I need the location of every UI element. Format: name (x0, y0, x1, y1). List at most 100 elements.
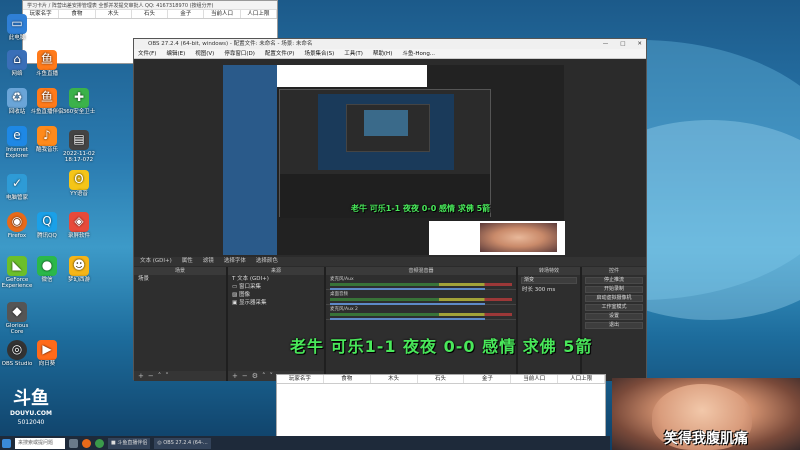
scene-item[interactable]: 场景 (134, 275, 226, 283)
add-icon[interactable]: + (232, 372, 242, 380)
obs-title-bar[interactable]: OBS 27.2.4 (64-bit, windows) - 配置文件: 未命名… (134, 39, 646, 49)
desktop-icon-yy[interactable]: ʘ YY语音 (62, 170, 96, 197)
stop-streaming-button[interactable]: 停止推流 (585, 277, 643, 284)
spreadsheet-header-row: 玩家名字 食物 木头 石头 金子 当前人口 人口上限 (277, 375, 606, 384)
mixer-channel: 桌面音频 (326, 290, 516, 305)
source-name: 文本 (GDI+) (140, 258, 172, 264)
preview-overlay-caption: 老牛 可乐1-1 夜夜 0-0 感情 求佛 5箭 (351, 204, 491, 213)
taskbar-search[interactable]: 来搜索或提问题 (15, 437, 65, 449)
column-header[interactable]: 石头 (418, 375, 465, 383)
column-header[interactable]: 金子 (464, 375, 512, 383)
desktop-icon-sunlogin[interactable]: ▶ 向日葵 (30, 340, 64, 367)
menu-edit[interactable]: 编辑(E) (166, 49, 185, 58)
menu-scene-collection[interactable]: 场景集合(S) (304, 49, 334, 58)
column-header[interactable]: 当前人口 (511, 375, 559, 383)
desktop-icon-screenshot-file[interactable]: ▤ 2022-11-02 18:17-072 (62, 130, 96, 163)
move-up-icon[interactable]: ˄ (262, 372, 270, 380)
audio-mixer-panel: 音频混音器 麦克风/Aux 桌面音频 麦克风/Aux 2 (326, 267, 516, 381)
menu-profile[interactable]: 配置文件(P) (265, 49, 295, 58)
column-header[interactable]: 食物 (324, 375, 371, 383)
desktop-icon-douyu[interactable]: 鱼斗鱼直播 (30, 50, 64, 77)
virtual-camera-button[interactable]: 启动虚拟摄像机 (585, 295, 643, 302)
monitor-icon: ▣ (232, 300, 239, 306)
desktop-icon-network[interactable]: ⌂ 网络 (0, 50, 34, 77)
column-header[interactable]: 当前人口 (204, 10, 241, 18)
desktop-icon-geforce[interactable]: ◣ GeForce Experience (0, 256, 34, 289)
desktop-icon-firefox[interactable]: ◉ Firefox (0, 212, 34, 239)
remove-icon[interactable]: − (242, 372, 252, 380)
task-view-icon[interactable] (69, 438, 78, 448)
desktop-icon-ie[interactable]: e Internet Explorer (0, 126, 34, 159)
recycle-bin-icon: ♻ (7, 88, 27, 108)
desktop-icon-recycle-bin[interactable]: ♻ 回收站 (0, 88, 34, 115)
maximize-icon[interactable]: □ (620, 39, 625, 49)
source-item[interactable]: ▭ 窗口采集 (228, 283, 324, 291)
column-header[interactable]: 木头 (371, 375, 418, 383)
menu-view[interactable]: 视图(V) (195, 49, 214, 58)
column-header[interactable]: 人口上限 (241, 10, 277, 18)
source-item[interactable]: T 文本 (GDI+) (228, 275, 324, 283)
properties-button[interactable]: 属性 (182, 257, 193, 266)
nvidia-icon: ◣ (7, 256, 27, 276)
douyu-icon: 鱼 (37, 50, 57, 70)
column-header[interactable]: 石头 (132, 10, 169, 18)
desktop-icon-glorious[interactable]: ◆ Glorious Core (0, 302, 34, 335)
preview-spreadsheet (277, 65, 427, 87)
desktop-icon-recorder[interactable]: ◈ 录屏软件 (62, 212, 96, 239)
settings-button[interactable]: 设置 (585, 313, 643, 320)
file-icon: ▤ (69, 130, 89, 150)
desktop-icon-douyu-companion[interactable]: 鱼斗鱼直播伴侣 (30, 88, 64, 115)
chrome-icon[interactable] (95, 438, 104, 448)
close-icon[interactable]: ✕ (637, 39, 642, 49)
desktop-icon-game[interactable]: ☻ 梦幻西游 (62, 256, 96, 283)
music-icon: ♪ (37, 126, 57, 146)
desktop-icon-this-pc[interactable]: ▭ 此电脑 (0, 14, 34, 41)
desktop-icon-qq[interactable]: Q 腾讯QQ (30, 212, 64, 239)
desktop-icon-wechat[interactable]: ● 微信 (30, 256, 64, 283)
taskbar-obs[interactable]: ◎ OBS 27.2.4 (64-... (154, 437, 211, 449)
column-header[interactable]: 食物 (59, 10, 96, 18)
windows-start-icon[interactable] (2, 438, 11, 448)
minimize-icon[interactable]: — (603, 39, 609, 49)
menu-file[interactable]: 文件(F) (138, 49, 156, 58)
window-icon: ▭ (232, 284, 239, 290)
column-header[interactable]: 金子 (168, 10, 205, 18)
desktop-icon-360[interactable]: ✚ 360安全卫士 (62, 88, 96, 115)
add-icon[interactable]: + (138, 372, 148, 380)
source-item[interactable]: ▨ 图像 (228, 291, 324, 299)
select-color-button[interactable]: 选择颜色 (256, 257, 278, 266)
desktop-icon-kuwo[interactable]: ♪ 酷我音乐 (30, 126, 64, 153)
move-down-icon[interactable]: ˅ (165, 372, 173, 380)
column-header[interactable]: 人口上限 (558, 375, 606, 383)
transition-select[interactable]: 渐变 (521, 277, 577, 284)
scenes-footer: +−˄˅ (134, 371, 226, 381)
remove-icon[interactable]: − (148, 372, 158, 380)
pc-manager-icon: ✓ (7, 174, 27, 194)
filters-button[interactable]: 滤镜 (203, 257, 214, 266)
360-icon: ✚ (69, 88, 89, 108)
menu-docks[interactable]: 停靠窗口(D) (224, 49, 255, 58)
source-item[interactable]: ▣ 显示器采集 (228, 299, 324, 307)
recorder-icon: ◈ (69, 212, 89, 232)
volume-slider[interactable] (330, 318, 485, 320)
start-recording-button[interactable]: 开始录制 (585, 286, 643, 293)
obs-menubar: 文件(F) 编辑(E) 视图(V) 停靠窗口(D) 配置文件(P) 场景集合(S… (134, 49, 646, 59)
room-number: 5012040 (17, 419, 45, 426)
column-header[interactable]: 木头 (96, 10, 132, 18)
column-header[interactable]: 玩家名字 (277, 375, 324, 383)
exit-button[interactable]: 退出 (585, 322, 643, 329)
select-font-button[interactable]: 选择字体 (224, 257, 246, 266)
studio-mode-button[interactable]: 工作室模式 (585, 304, 643, 311)
taskbar-douyu-companion[interactable]: ■ 斗鱼直播伴侣 (108, 437, 151, 449)
obs-window[interactable]: OBS 27.2.4 (64-bit, windows) - 配置文件: 未命名… (133, 38, 647, 381)
menu-help[interactable]: 帮助(H) (373, 49, 392, 58)
desktop-icon-obs[interactable]: ◎ OBS Studio (0, 340, 34, 367)
yy-icon: ʘ (69, 170, 89, 190)
firefox-icon[interactable] (82, 438, 91, 448)
desktop-icon-pc-manager[interactable]: ✓ 电脑管家 (0, 174, 34, 201)
duration-input[interactable]: 300 ms (535, 287, 555, 293)
menu-account[interactable]: 斗鱼-Hong... (402, 49, 435, 58)
internet-explorer-icon: e (7, 126, 27, 146)
gear-icon[interactable]: ⚙ (252, 372, 262, 380)
menu-tools[interactable]: 工具(T) (344, 49, 363, 58)
